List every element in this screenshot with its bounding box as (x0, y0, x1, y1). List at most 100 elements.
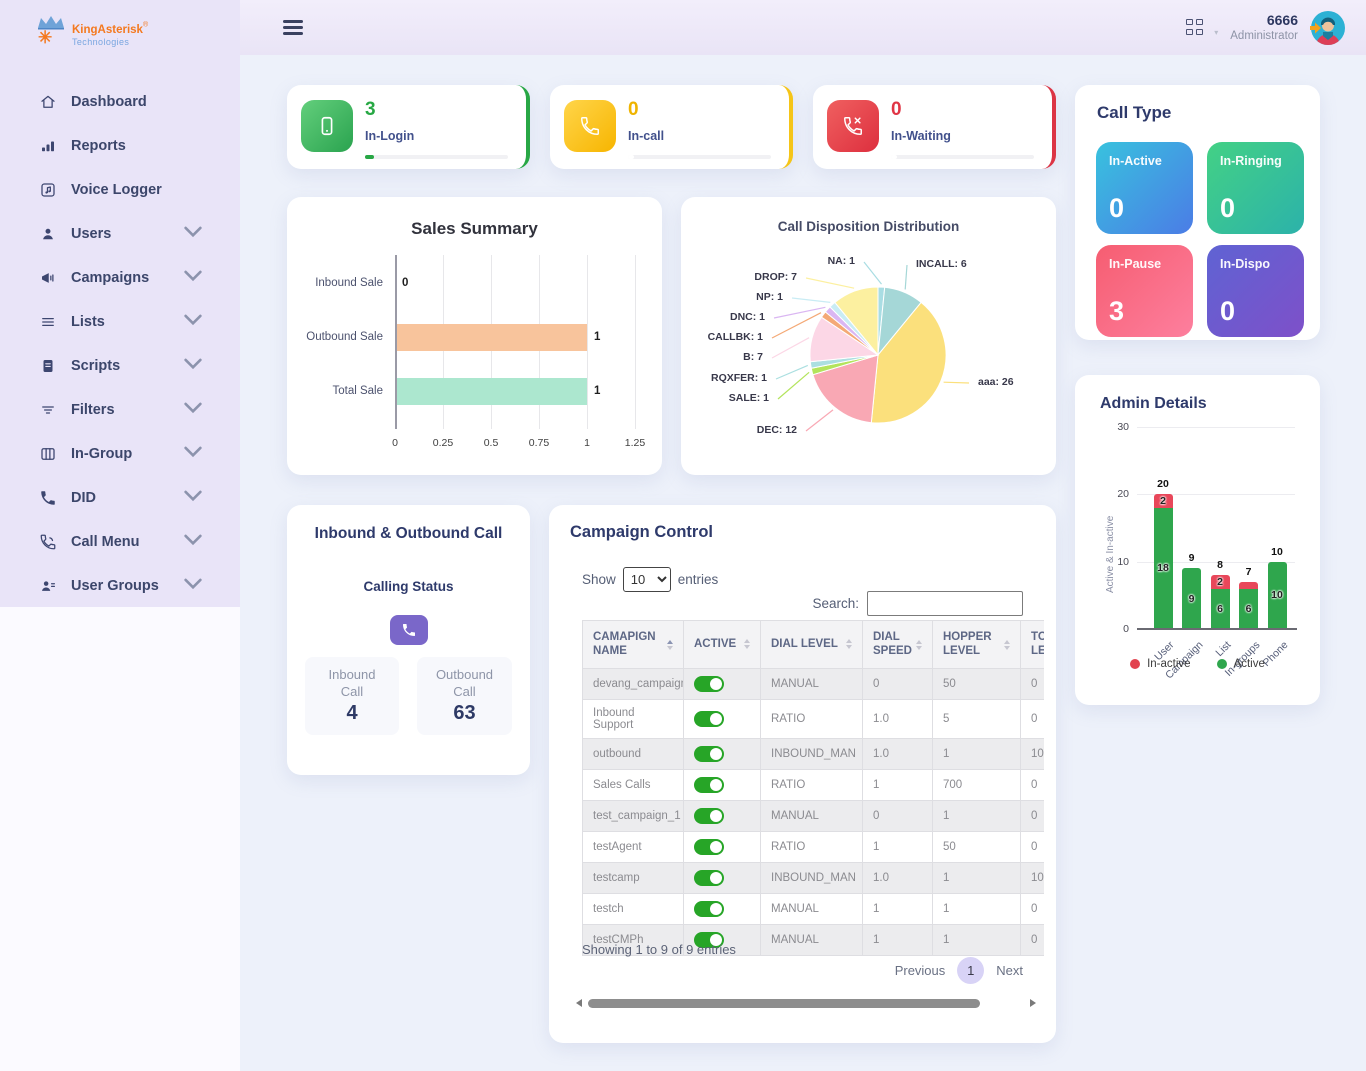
sidebar-item-reports[interactable]: Reports (0, 124, 240, 168)
chevron-down-icon (184, 223, 202, 245)
page-number-button[interactable]: 1 (957, 957, 985, 984)
cell-dial-speed: 1.0 (862, 862, 933, 894)
sort-icon (1004, 639, 1010, 650)
brand-logo[interactable]: ✳ KingAsterisk® Technologies (36, 12, 206, 56)
phone-button[interactable] (390, 615, 428, 645)
call-type-tile-in-dispo[interactable]: In-Dispo 0 (1207, 245, 1304, 337)
admin-bar-total: 10 (1271, 545, 1283, 558)
active-toggle[interactable] (694, 870, 724, 886)
active-toggle[interactable] (694, 676, 724, 692)
sales-x-tick: 1.25 (624, 437, 646, 449)
sidebar-item-scripts[interactable]: Scripts (0, 344, 240, 388)
cell-hopper-level: 50 (932, 668, 1021, 700)
cell-dial-level: RATIO (760, 831, 863, 863)
asterisk-icon: ✳ (38, 28, 53, 47)
pie-label-aaa: aaa: 26 (978, 376, 1014, 388)
table-row-testcamp: testcamp INBOUND_MAN 1.0 1 100 (582, 862, 1044, 894)
sidebar-item-voice-logger[interactable]: Voice Logger (0, 168, 240, 212)
scroll-right-arrow-icon[interactable] (1030, 999, 1036, 1007)
column-header-active[interactable]: ACTIVE (683, 620, 761, 669)
chevron-down-icon: ▾ (1214, 28, 1219, 37)
sidebar-item-dashboard[interactable]: Dashboard (0, 80, 240, 124)
pie-label-RQXFER: RQXFER: 1 (710, 372, 767, 384)
stat-label: In-Login (365, 129, 415, 143)
call-stat-box-outbound-call: Outbound Call 63 (417, 657, 512, 735)
pagination: Previous 1 Next (895, 957, 1023, 984)
scrollbar-thumb[interactable] (588, 998, 980, 1008)
cell-hopper-level: 1 (932, 800, 1021, 832)
sidebar-item-label: Lists (71, 314, 105, 330)
active-toggle[interactable] (694, 808, 724, 824)
sidebar-item-campaigns[interactable]: Campaigns (0, 256, 240, 300)
column-header-hopper-level[interactable]: HOPPER LEVEL (932, 620, 1021, 669)
previous-page-button[interactable]: Previous (895, 963, 946, 978)
active-toggle[interactable] (694, 746, 724, 762)
scrollbar-track[interactable] (588, 998, 1024, 1008)
stat-value: 0 (628, 99, 639, 120)
user-role: Administrator (1230, 30, 1298, 43)
sales-x-tick: 0 (392, 437, 398, 449)
cell-total-leads: 100 (1020, 862, 1044, 894)
sidebar-item-call-menu[interactable]: Call Menu (0, 520, 240, 564)
horizontal-scrollbar[interactable] (576, 997, 1036, 1009)
cell-dial-speed: 1 (862, 831, 933, 863)
column-header-tot-lea[interactable]: TOT LEA (1020, 620, 1044, 669)
column-header-dial-speed[interactable]: DIAL SPEED (862, 620, 933, 669)
sidebar-item-filters[interactable]: Filters (0, 388, 240, 432)
call-disposition-card: Call Disposition Distribution NA: 1 INCAL… (681, 197, 1056, 475)
dashboard-page: ✳ KingAsterisk® Technologies Dashboard R… (0, 0, 1366, 1071)
chevron-down-icon (184, 355, 202, 377)
cell-dial-level: INBOUND_MAN (760, 738, 863, 770)
column-header-camapign-name[interactable]: CAMAPIGN NAME (582, 620, 684, 669)
inbound-outbound-title: Inbound & Outbound Call (314, 525, 503, 542)
table-row-testch: testch MANUAL 1 1 0 (582, 893, 1044, 925)
voice-logger-icon (38, 180, 58, 200)
call-stat-value: 4 (346, 701, 358, 724)
tile-label: In-Pause (1109, 257, 1162, 271)
hamburger-menu-icon[interactable] (283, 20, 303, 38)
sidebar-item-user-groups[interactable]: User Groups (0, 564, 240, 608)
user-id: 6666 (1266, 11, 1298, 28)
stat-progress (628, 155, 771, 159)
scroll-left-arrow-icon[interactable] (576, 999, 582, 1007)
sales-x-tick: 0.5 (483, 437, 499, 449)
cell-dial-level: MANUAL (760, 924, 863, 956)
sidebar-item-lists[interactable]: Lists (0, 300, 240, 344)
sidebar-item-did[interactable]: DID (0, 476, 240, 520)
sidebar-item-users[interactable]: Users (0, 212, 240, 256)
stat-label: In-Waiting (891, 129, 951, 143)
admin-y-tick: 20 (1117, 488, 1129, 501)
pie-label-B: B: 7 (743, 351, 763, 363)
phone-icon (38, 488, 58, 508)
active-toggle[interactable] (694, 711, 724, 727)
campaign-table-clip: CAMAPIGN NAME ACTIVE DIAL LEVEL DIAL SPEED H… (582, 620, 1044, 956)
table-row-outbound: outbound INBOUND_MAN 1.0 1 100 (582, 738, 1044, 770)
next-page-button[interactable]: Next (996, 963, 1023, 978)
call-type-tile-in-active[interactable]: In-Active 0 (1096, 142, 1193, 234)
chevron-down-icon (184, 311, 202, 333)
table-summary: Showing 1 to 9 of 9 entries (582, 942, 736, 957)
admin-bar-inactive (1239, 581, 1258, 589)
cell-hopper-level: 1 (932, 862, 1021, 894)
cell-campaign-name: testch (582, 893, 684, 925)
cell-dial-level: INBOUND_MAN (760, 862, 863, 894)
active-toggle[interactable] (694, 839, 724, 855)
sidebar-item-label: Voice Logger (71, 182, 162, 198)
active-toggle[interactable] (694, 901, 724, 917)
search-label: Search: (812, 596, 859, 611)
search-input[interactable] (867, 591, 1023, 616)
user-meta[interactable]: 6666 Administrator (1230, 12, 1298, 44)
entries-select[interactable]: 10 (622, 567, 671, 592)
sales-bar-value: 0 (402, 277, 409, 289)
sales-x-tick: 1 (584, 437, 590, 449)
cell-dial-speed: 1 (862, 924, 933, 956)
avatar[interactable] (1310, 10, 1346, 46)
cell-campaign-name: outbound (582, 738, 684, 770)
column-header-dial-level[interactable]: DIAL LEVEL (760, 620, 863, 669)
call-type-tile-in-ringing[interactable]: In-Ringing 0 (1207, 142, 1304, 234)
apps-grid-icon[interactable] (1186, 18, 1208, 37)
sidebar-item-in-group[interactable]: In-Group (0, 432, 240, 476)
active-toggle[interactable] (694, 777, 724, 793)
cell-dial-level: RATIO (760, 769, 863, 801)
call-type-tile-in-pause[interactable]: In-Pause 3 (1096, 245, 1193, 337)
